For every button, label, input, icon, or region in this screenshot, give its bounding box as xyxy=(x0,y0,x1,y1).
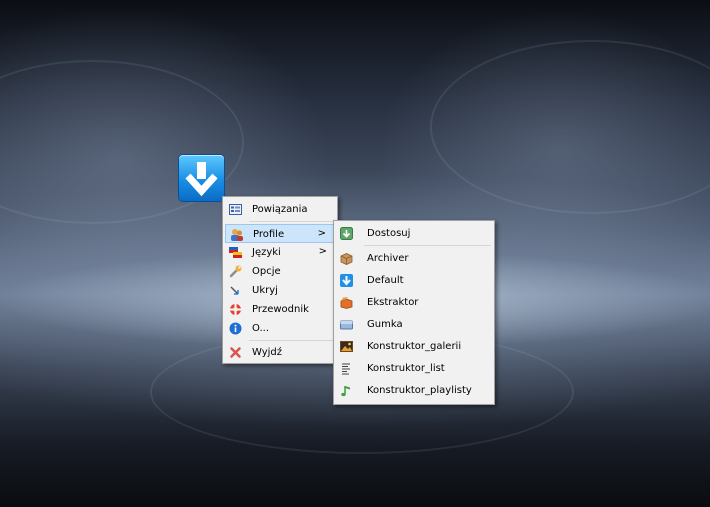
menu-separator xyxy=(364,245,491,246)
submenu-item-gallery-builder[interactable]: Konstruktor_galerii xyxy=(336,337,492,356)
submenu-item-extractor[interactable]: Ekstraktor xyxy=(336,293,492,312)
languages-icon xyxy=(229,247,242,258)
submenu-item-default[interactable]: Default xyxy=(336,271,492,290)
app-download-icon[interactable] xyxy=(179,155,224,201)
menu-item-label: Profile xyxy=(253,229,285,240)
info-icon xyxy=(229,322,242,335)
hide-icon xyxy=(230,286,239,295)
links-icon xyxy=(229,204,242,215)
submenu-item-label: Konstruktor_galerii xyxy=(367,341,462,352)
menu-item-about[interactable]: O... xyxy=(225,319,335,338)
menu-separator xyxy=(249,340,334,341)
menu-item-links[interactable]: Powiązania xyxy=(225,200,335,219)
menu-item-label: Przewodnik xyxy=(252,304,309,315)
menu-item-label: Ukryj xyxy=(252,285,278,296)
menu-item-label: Powiązania xyxy=(252,204,308,215)
submenu-item-list-builder[interactable]: Konstruktor_list xyxy=(336,359,492,378)
menu-item-label: Opcje xyxy=(252,266,281,277)
background-swirl xyxy=(430,40,710,214)
box-icon xyxy=(340,253,353,265)
submenu-item-playlist-builder[interactable]: Konstruktor_playlisty xyxy=(336,381,492,400)
submenu-item-label: Konstruktor_playlisty xyxy=(367,385,472,396)
context-menu: Powiązania Profile > Języki > Opcje Ukry… xyxy=(222,196,338,364)
open-box-icon xyxy=(340,297,353,309)
customize-icon xyxy=(340,227,353,240)
submenu-arrow-icon: > xyxy=(317,228,326,239)
submenu-item-customize[interactable]: Dostosuj xyxy=(336,224,492,243)
submenu-item-label: Dostosuj xyxy=(367,228,411,239)
profile-submenu: Dostosuj Archiver Default Ekstraktor Gum… xyxy=(333,220,495,405)
submenu-item-label: Ekstraktor xyxy=(367,297,419,308)
menu-item-label: O... xyxy=(252,323,270,334)
menu-item-options[interactable]: Opcje xyxy=(225,262,335,281)
menu-item-languages[interactable]: Języki > xyxy=(225,243,335,262)
submenu-item-label: Archiver xyxy=(367,253,409,264)
menu-separator xyxy=(249,221,334,222)
text-list-icon xyxy=(342,363,350,375)
submenu-arrow-icon: > xyxy=(318,246,327,257)
submenu-item-label: Default xyxy=(367,275,404,286)
music-note-icon xyxy=(341,386,350,397)
submenu-item-archiver[interactable]: Archiver xyxy=(336,249,492,268)
submenu-item-label: Konstruktor_list xyxy=(367,363,445,374)
download-arrow-icon xyxy=(340,274,353,287)
menu-item-profiles[interactable]: Profile > xyxy=(225,224,335,243)
down-arrow-icon xyxy=(185,162,218,197)
menu-item-guide[interactable]: Przewodnik xyxy=(225,300,335,319)
eraser-icon xyxy=(340,320,353,330)
profiles-icon xyxy=(231,229,243,241)
menu-item-label: Języki xyxy=(252,247,281,258)
submenu-item-label: Gumka xyxy=(367,319,403,330)
menu-item-hide[interactable]: Ukryj xyxy=(225,281,335,300)
close-icon xyxy=(230,347,241,358)
wrench-icon xyxy=(229,265,242,278)
lifebuoy-icon xyxy=(230,304,241,315)
menu-item-label: Wyjdź xyxy=(252,347,283,358)
menu-item-exit[interactable]: Wyjdź xyxy=(225,343,335,362)
picture-icon xyxy=(340,341,353,352)
submenu-item-eraser[interactable]: Gumka xyxy=(336,315,492,334)
